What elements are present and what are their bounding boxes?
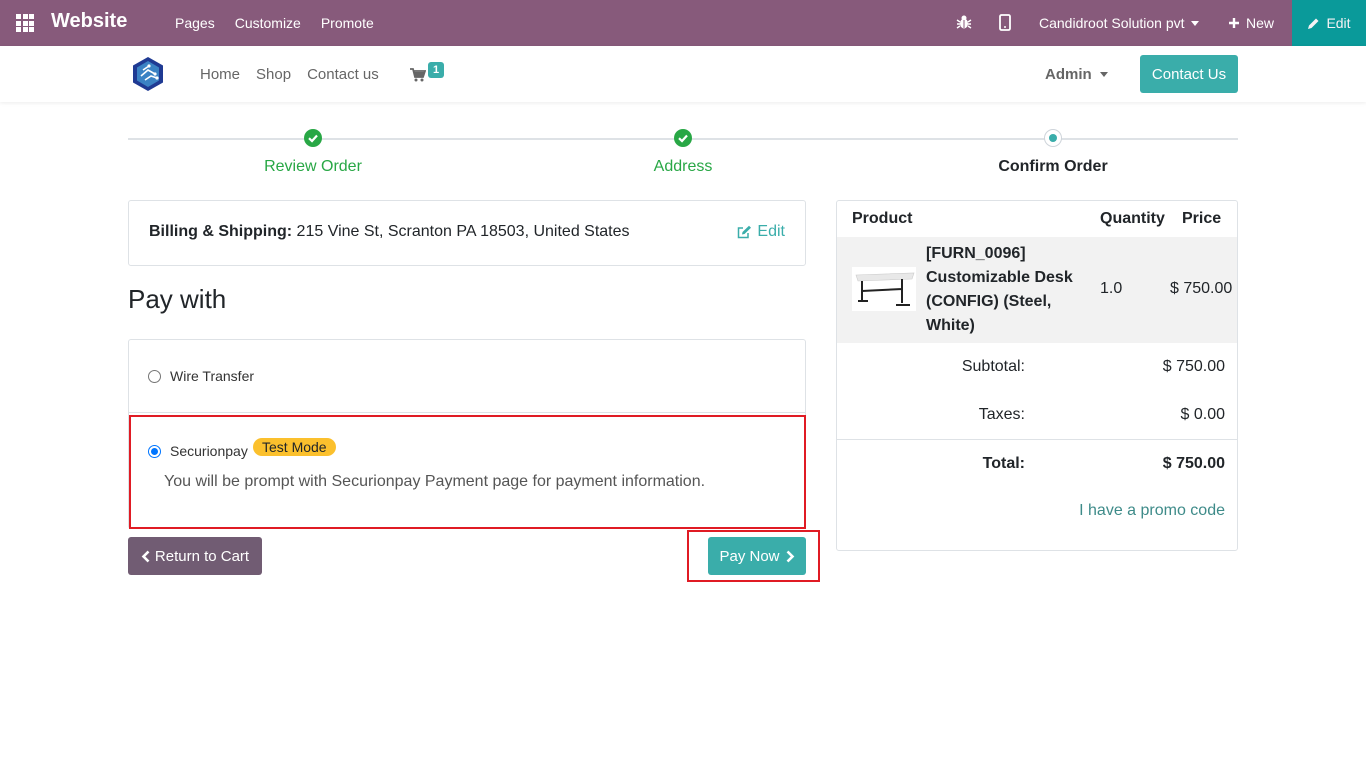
header-product: Product [852, 210, 913, 227]
bug-icon[interactable] [956, 14, 972, 30]
total-divider [837, 439, 1237, 440]
product-image[interactable] [852, 267, 916, 311]
order-summary: Product Quantity Price [FURN_0096] Custo… [836, 200, 1238, 551]
billing-shipping-card: Billing & Shipping: 215 Vine St, Scranto… [128, 200, 806, 266]
subtotal-label: Subtotal: [961, 358, 1025, 375]
return-label: Return to Cart [154, 547, 250, 565]
chevron-right-icon [786, 550, 794, 562]
current-step-icon [1044, 129, 1062, 147]
taxes-value: $ 0.00 [1180, 406, 1225, 423]
billing-address: 215 Vine St, Scranton PA 18503, United S… [296, 223, 630, 240]
summary-header: Product Quantity Price [837, 201, 1237, 237]
pay-now-highlight: Pay Now [687, 530, 820, 582]
product-name[interactable]: [FURN_0096] Customizable Desk (CONFIG) (… [926, 242, 1086, 338]
payment-label: Wire Transfer [170, 368, 255, 384]
pay-with-title: Pay with [128, 284, 227, 314]
nav-home[interactable]: Home [200, 66, 240, 83]
menu-customize[interactable]: Customize [235, 15, 301, 31]
pay-now-label: Pay Now [719, 547, 780, 565]
step-confirm-order: Confirm Order [933, 129, 1173, 176]
user-name: Admin [1045, 66, 1092, 83]
check-circle-icon [304, 129, 322, 147]
nav-shop[interactable]: Shop [256, 66, 291, 83]
order-line: [FURN_0096] Customizable Desk (CONFIG) (… [837, 237, 1237, 343]
company-logo[interactable] [131, 56, 165, 92]
billing-title: Billing & Shipping: [149, 223, 293, 240]
menu-promote[interactable]: Promote [321, 15, 374, 31]
nav-contact[interactable]: Contact us [307, 66, 379, 83]
topbar-menu: Pages Customize Promote [175, 15, 374, 31]
mobile-preview-icon[interactable] [999, 14, 1011, 31]
securionpay-radio[interactable] [148, 445, 161, 458]
user-menu[interactable]: Admin [1045, 66, 1108, 83]
header-price: Price [1182, 210, 1222, 227]
edit-label: Edit [757, 223, 785, 240]
edit-icon [738, 225, 752, 239]
new-label: New [1246, 15, 1275, 31]
new-button[interactable]: New [1228, 15, 1274, 31]
admin-topbar: Website Pages Customize Promote Candidro… [0, 0, 1366, 46]
step-label: Review Order [264, 158, 362, 175]
product-quantity: 1.0 [1100, 280, 1123, 297]
payment-description: You will be prompt with Securionpay Paym… [164, 473, 706, 490]
taxes-label: Taxes: [978, 406, 1025, 423]
pencil-icon [1308, 18, 1319, 29]
plus-icon [1229, 18, 1239, 28]
total-value: $ 750.00 [1162, 455, 1225, 472]
wire-transfer-radio[interactable] [148, 370, 161, 383]
company-name: Candidroot Solution pvt [1039, 15, 1185, 31]
edit-address-link[interactable]: Edit [737, 223, 785, 241]
product-price: $ 750.00 [1170, 280, 1233, 297]
site-navbar: Home Shop Contact us 1 Admin Contact Us [0, 46, 1366, 102]
return-to-cart-button[interactable]: Return to Cart [128, 537, 262, 575]
subtotal-value: $ 750.00 [1162, 358, 1225, 375]
cart-count-badge[interactable]: 1 [428, 62, 444, 78]
chevron-down-icon [1099, 72, 1108, 77]
cart-icon[interactable] [410, 68, 426, 82]
nav-links: Home Shop Contact us [200, 66, 379, 83]
company-switcher[interactable]: Candidroot Solution pvt [1039, 15, 1199, 31]
apps-grid-icon[interactable] [16, 14, 34, 32]
chevron-down-icon [1190, 20, 1199, 26]
menu-pages[interactable]: Pages [175, 15, 215, 31]
pay-now-button[interactable]: Pay Now [708, 537, 806, 575]
test-mode-badge: Test Mode [253, 438, 336, 456]
total-label: Total: [982, 455, 1025, 472]
edit-page-button[interactable]: Edit [1292, 0, 1366, 46]
chevron-left-icon [141, 550, 150, 562]
payment-option-securionpay[interactable]: Securionpay Test Mode You will be prompt… [129, 415, 806, 529]
payment-label: Securionpay [170, 443, 248, 459]
contact-us-button[interactable]: Contact Us [1140, 55, 1238, 93]
step-address[interactable]: Address [563, 129, 803, 176]
app-brand[interactable]: Website [51, 10, 127, 33]
edit-label: Edit [1326, 15, 1351, 31]
header-quantity: Quantity [1100, 210, 1165, 227]
step-label: Confirm Order [998, 158, 1108, 175]
check-circle-icon [674, 129, 692, 147]
payment-option-wire-transfer[interactable]: Wire Transfer [129, 340, 805, 413]
promo-code-link[interactable]: I have a promo code [1079, 502, 1225, 520]
step-label: Address [653, 158, 713, 175]
step-review-order[interactable]: Review Order [193, 129, 433, 176]
